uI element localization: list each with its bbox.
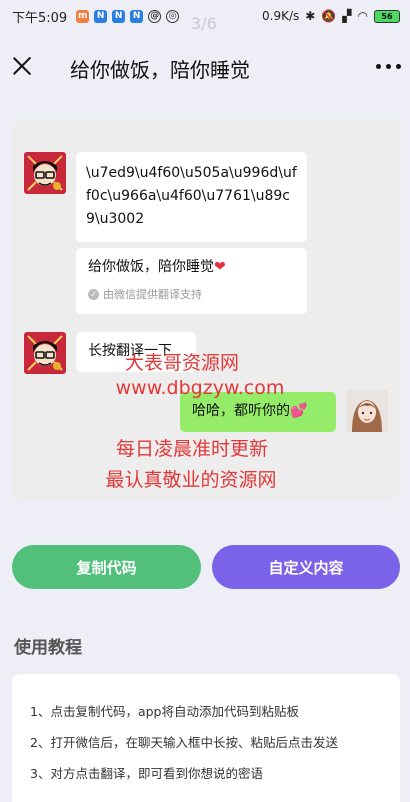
mute-icon: 🔕 <box>321 9 337 23</box>
tutorial-title: 使用教程 <box>14 638 82 658</box>
tutorial-step: 1、点击复制代码，app将自动添加代码到粘贴板 <box>30 704 299 719</box>
copy-code-button[interactable]: 复制代码 <box>12 545 201 589</box>
tutorial-step: 3、对方点击翻译，即可看到你想说的密语 <box>30 766 263 781</box>
watermark-line: 最认真敬业的资源网 <box>105 469 277 491</box>
app-notification-icon: m <box>76 9 90 23</box>
translation-note: ✓ 由微信提供翻译支持 <box>88 283 295 306</box>
status-left: 下午5:09 m N N N @ ◎ <box>12 7 180 26</box>
translation-text: 给你做饭，陪你睡觉 <box>88 259 214 275</box>
translation-bubble: 给你做饭，陪你睡觉❤ ✓ 由微信提供翻译支持 <box>76 248 307 314</box>
watermark-line: 每日凌晨准时更新 <box>115 438 268 460</box>
tutorial-card: 1、点击复制代码，app将自动添加代码到粘贴板 2、打开微信后，在聊天输入框中长… <box>12 674 400 802</box>
custom-content-button[interactable]: 自定义内容 <box>212 545 400 589</box>
page-indicator: 3/6 <box>191 14 217 33</box>
check-circle-icon: ✓ <box>88 289 99 300</box>
wifi-icon: ◠ <box>357 9 368 23</box>
more-icon[interactable] <box>376 54 406 78</box>
header: 给你做饭，陪你睡觉 <box>0 46 410 90</box>
status-time: 下午5:09 <box>12 10 68 26</box>
close-icon[interactable] <box>8 52 36 80</box>
sender-avatar <box>24 332 66 374</box>
app-notification-icon: N <box>94 9 108 23</box>
hearts-emoji: 💕 <box>290 403 308 419</box>
app-notification-icon: N <box>112 9 126 23</box>
receiver-avatar <box>346 390 388 432</box>
app-notification-icon: ◎ <box>166 9 180 23</box>
status-right: 0.9K/s ✱ 🔕 ▞ ◠ 56 <box>262 9 400 23</box>
watermark-line: www.dbgzyw.com <box>115 377 285 399</box>
tutorial-step: 2、打开微信后，在聊天输入框中长按、粘贴后点击发送 <box>30 735 338 750</box>
app-notification-icon: N <box>130 9 144 23</box>
watermark-line: 大表哥资源网 <box>124 352 239 374</box>
network-speed: 0.9K/s <box>262 9 300 23</box>
sender-avatar <box>24 152 66 194</box>
translation-note-text: 由微信提供翻译支持 <box>103 288 202 301</box>
battery-icon: 56 <box>374 9 400 23</box>
app-notification-icon: @ <box>148 9 162 23</box>
bluetooth-icon: ✱ <box>305 9 316 23</box>
chat-preview: \u7ed9\u4f60\u505a\u996d\uff0c\u966a\u4f… <box>12 120 400 500</box>
message-bubble: \u7ed9\u4f60\u505a\u996d\uff0c\u966a\u4f… <box>76 152 307 242</box>
page-title: 给你做饭，陪你睡觉 <box>70 58 250 82</box>
heart-icon: ❤ <box>214 259 226 275</box>
signal-icon: ▞ <box>342 9 352 23</box>
encoded-message-text: \u7ed9\u4f60\u505a\u996d\uff0c\u966a\u4f… <box>86 165 297 227</box>
reply-text: 哈哈，都听你的 <box>192 403 290 419</box>
